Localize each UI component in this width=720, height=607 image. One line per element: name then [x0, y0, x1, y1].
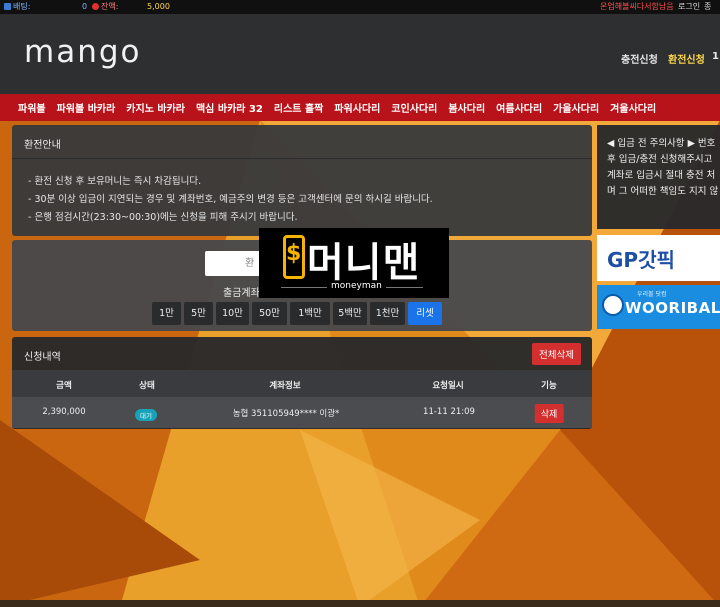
holding-icon — [4, 3, 11, 10]
row-account: 농협 351105949**** 이광* — [232, 409, 340, 419]
nav-item-powerball[interactable]: 파워볼 — [18, 100, 46, 115]
request-history-panel: 신청내역 전체삭제 금액 상태 계좌정보 요청일시 기능 2,390,000 대… — [12, 337, 592, 429]
amount-button-500k[interactable]: 50만 — [252, 302, 287, 325]
wooriball-banner[interactable]: 우리볼 닷컴 WOORIBALL — [597, 285, 720, 329]
ball-icon — [602, 294, 624, 316]
amount-button-10k[interactable]: 1만 — [152, 302, 181, 325]
table-header: 금액 상태 계좌정보 요청일시 기능 — [12, 370, 592, 397]
status-badge: 대기 — [135, 409, 157, 421]
nav-item-winter-ladder[interactable]: 겨울사다리 — [610, 100, 656, 115]
amount-button-10m[interactable]: 1천만 — [370, 302, 405, 325]
balance-value: 5,000 — [147, 2, 170, 11]
notice-line-3: 계좌로 입금시 절대 충전 처 — [607, 170, 716, 181]
amount-button-row: 1만 5만 10만 50만 1백만 5백만 1천만 리셋 — [152, 302, 445, 325]
row-date: 11-11 21:09 — [423, 407, 475, 417]
info-line-1: - 환전 신청 후 보유머니는 즉시 차감됩니다. — [28, 176, 202, 187]
amount-button-50k[interactable]: 5만 — [184, 302, 213, 325]
notice-line-4: 며 그 어떠한 책임도 지지 않 — [607, 186, 719, 197]
amount-button-1m[interactable]: 1백만 — [290, 302, 330, 325]
nav-item-spring-ladder[interactable]: 봄사다리 — [448, 100, 485, 115]
history-title: 신청내역 — [24, 352, 61, 363]
amount-button-5m[interactable]: 5백만 — [333, 302, 367, 325]
balance-label: 잔액: — [101, 2, 119, 11]
nav-item-power-ladder[interactable]: 파워사다리 — [334, 100, 380, 115]
column-header-status: 상태 — [139, 381, 155, 391]
top-status-bar: 배팅: 0 잔액: 5,000 온업해볼씨다서함남음 로그인 종 — [0, 0, 720, 14]
table-row: 2,390,000 대기 농협 351105949**** 이광* 11-11 … — [12, 397, 592, 428]
wooriball-subtext: 우리볼 닷컴 — [637, 291, 667, 298]
dollar-icon: $ — [286, 241, 302, 266]
top-notice-link[interactable]: 온업해볼씨다서함남음 — [600, 0, 674, 14]
reset-button[interactable]: 리셋 — [408, 302, 442, 325]
watermark-subtitle: moneyman — [327, 281, 386, 291]
withdraw-info-panel: 환전안내 - 환전 신청 후 보유머니는 즉시 차감됩니다. - 30분 이상 … — [12, 125, 592, 236]
logout-link[interactable]: 종 — [704, 0, 711, 14]
nav-item-list-oddeven[interactable]: 리스트 홀짝 — [274, 100, 323, 115]
delete-button[interactable]: 삭제 — [534, 404, 564, 423]
amount-button-100k[interactable]: 10만 — [216, 302, 249, 325]
nav-item-maxim-baccarat[interactable]: 맥심 바카라 32 — [196, 100, 263, 115]
column-header-amount: 금액 — [56, 381, 72, 391]
site-logo[interactable]: mango — [24, 34, 142, 70]
holding-label: 배팅: — [13, 2, 31, 11]
nav-item-casino-baccarat[interactable]: 카지노 바카라 — [126, 100, 185, 115]
watermark-title: 머니맨 — [307, 240, 421, 286]
gp-banner[interactable]: GP갓픽 — [597, 235, 720, 281]
row-amount: 2,390,000 — [42, 407, 86, 417]
notice-line-2: 후 입금/충전 신청해주시고 — [607, 154, 713, 165]
withdraw-request-link[interactable]: 환전신청 — [668, 51, 705, 66]
column-header-action: 기능 — [541, 381, 557, 391]
column-header-account: 계좌정보 — [269, 381, 301, 391]
column-header-date: 요청일시 — [432, 381, 464, 391]
info-panel-title: 환전안내 — [12, 125, 592, 159]
gp-banner-text: GP갓픽 — [607, 248, 675, 272]
wooriball-text: WOORIBALL — [625, 299, 720, 317]
nav-item-autumn-ladder[interactable]: 가을사다리 — [553, 100, 599, 115]
nav-item-powerball-baccarat[interactable]: 파워볼 바카라 — [57, 100, 116, 115]
info-line-3: - 은행 점검시간(23:30~00:30)에는 신청을 피해 주시기 바랍니다… — [28, 212, 298, 223]
deposit-notice-box: ◀ 입금 전 주의사항 ▶ 번호 후 입금/충전 신청해주시고 계좌로 입금시 … — [597, 125, 720, 229]
holding-value: 0 — [82, 2, 88, 11]
delete-all-button[interactable]: 전체삭제 — [532, 343, 581, 365]
info-line-2: - 30분 이상 입금이 지연되는 경우 및 계좌번호, 예금주의 변경 등은 … — [28, 194, 433, 205]
nav-item-summer-ladder[interactable]: 여름사다리 — [496, 100, 542, 115]
coin-icon — [92, 3, 99, 10]
game-nav: 파워볼 파워볼 바카라 카지노 바카라 맥심 바카라 32 리스트 홀짝 파워사… — [0, 94, 720, 121]
moneyman-watermark: $ 머니맨 moneyman — [259, 228, 449, 298]
site-header: mango 충전신청 환전신청 1: — [0, 14, 720, 94]
notice-line-1: ◀ 입금 전 주의사항 ▶ 번호 — [607, 138, 716, 149]
account-label: 출금계좌 — [223, 288, 260, 299]
nav-item-coin-ladder[interactable]: 코인사다리 — [391, 100, 437, 115]
deposit-request-link[interactable]: 충전신청 — [621, 51, 658, 66]
inquiry-link[interactable]: 1: — [712, 51, 720, 62]
login-link[interactable]: 로그인 — [678, 0, 700, 14]
